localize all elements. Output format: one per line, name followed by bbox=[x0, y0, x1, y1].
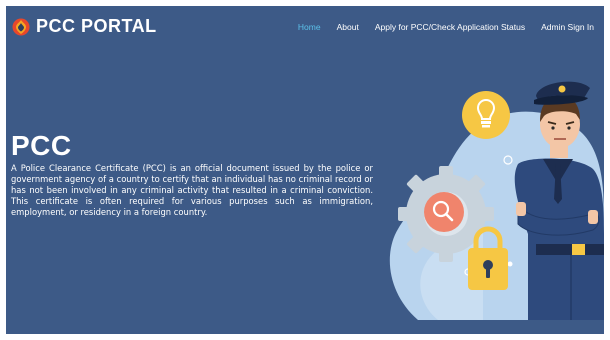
navbar: PCC PORTAL Home About Apply for PCC/Chec… bbox=[6, 6, 604, 48]
brand-name: PCC PORTAL bbox=[36, 16, 157, 36]
nav-about-link[interactable]: About bbox=[337, 22, 359, 32]
nav-admin-signin-link[interactable]: Admin Sign In bbox=[541, 22, 594, 32]
lightbulb-icon bbox=[462, 91, 510, 139]
search-icon bbox=[424, 192, 464, 232]
hero-title: PCC bbox=[11, 130, 72, 161]
brand[interactable]: PCC PORTAL bbox=[12, 16, 157, 37]
main-nav: Home About Apply for PCC/Check Applicati… bbox=[298, 22, 594, 32]
nav-apply-link[interactable]: Apply for PCC/Check Application Status bbox=[375, 22, 525, 32]
nav-home-link[interactable]: Home bbox=[298, 22, 321, 32]
page-container: PCC PORTAL Home About Apply for PCC/Chec… bbox=[6, 6, 604, 334]
police-officer-illustration bbox=[389, 81, 604, 320]
hero-description: A Police Clearance Certificate (PCC) is … bbox=[11, 163, 373, 217]
police-badge-icon bbox=[12, 18, 30, 35]
decor-dot bbox=[507, 261, 513, 267]
